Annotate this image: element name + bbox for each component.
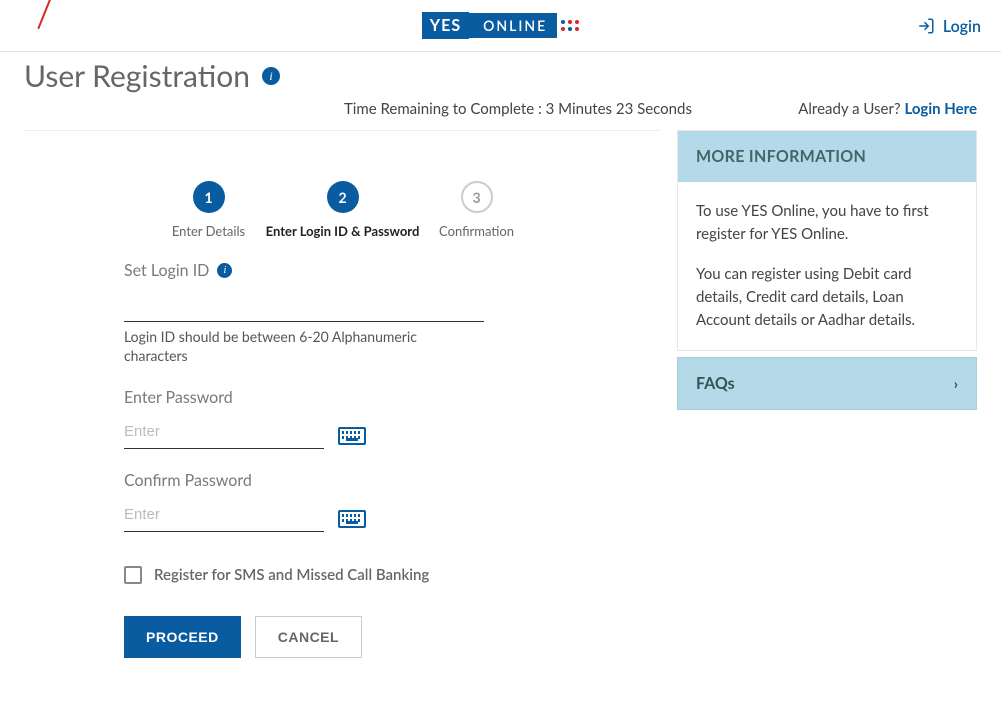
keyboard-icon[interactable] xyxy=(338,510,366,528)
step-3: 3 Confirmation xyxy=(411,181,543,239)
confirm-password-input[interactable] xyxy=(124,498,324,532)
login-here-link[interactable]: Login Here xyxy=(904,100,977,118)
login-id-label-text: Set Login ID xyxy=(124,261,209,280)
logo-dots-icon xyxy=(561,20,579,31)
step-label-3: Confirmation xyxy=(439,223,514,239)
already-user-text: Already a User? Login Here xyxy=(798,100,977,118)
login-icon xyxy=(917,17,935,35)
keyboard-icon[interactable] xyxy=(338,427,366,445)
cancel-button[interactable]: CANCEL xyxy=(255,616,362,658)
step-circle-1: 1 xyxy=(193,181,225,213)
login-id-label: Set Login ID i xyxy=(124,261,561,280)
step-label-1: Enter Details xyxy=(172,223,245,239)
more-info-header: MORE INFORMATION xyxy=(678,131,976,182)
time-remaining: Time Remaining to Complete : 3 Minutes 2… xyxy=(344,100,692,118)
more-info-panel: MORE INFORMATION To use YES Online, you … xyxy=(677,130,977,351)
logo: YES ONLINE xyxy=(422,12,579,39)
stepper: 1 Enter Details 2 Enter Login ID & Passw… xyxy=(143,181,543,239)
password-label: Enter Password xyxy=(124,388,561,407)
main-card: 1 Enter Details 2 Enter Login ID & Passw… xyxy=(24,130,661,688)
proceed-button[interactable]: PROCEED xyxy=(124,616,241,658)
sidebar: MORE INFORMATION To use YES Online, you … xyxy=(677,130,977,410)
sms-checkbox-label: Register for SMS and Missed Call Banking xyxy=(154,566,429,584)
login-id-input[interactable] xyxy=(124,288,484,322)
faqs-label: FAQs xyxy=(696,374,735,393)
login-link[interactable]: Login xyxy=(917,0,981,52)
step-circle-3: 3 xyxy=(461,181,493,213)
more-info-p2: You can register using Debit card detail… xyxy=(696,263,958,333)
page-title-text: User Registration xyxy=(24,58,250,94)
sms-checkbox[interactable] xyxy=(124,566,142,584)
password-input[interactable] xyxy=(124,415,324,449)
page-title: User Registration i xyxy=(24,58,280,94)
logo-primary: YES xyxy=(422,12,469,39)
logo-secondary: ONLINE xyxy=(469,13,557,38)
logo-slash-icon xyxy=(37,0,52,29)
login-id-info-icon[interactable]: i xyxy=(217,263,232,278)
login-label: Login xyxy=(943,17,981,36)
step-circle-2: 2 xyxy=(327,181,359,213)
step-1: 1 Enter Details xyxy=(143,181,275,239)
step-2: 2 Enter Login ID & Password xyxy=(277,181,409,239)
chevron-right-icon: › xyxy=(954,375,958,392)
more-info-p1: To use YES Online, you have to first reg… xyxy=(696,200,958,247)
topbar: YES ONLINE Login xyxy=(0,0,1001,52)
login-id-hint: Login ID should be between 6-20 Alphanum… xyxy=(124,328,454,366)
info-icon[interactable]: i xyxy=(262,67,280,85)
already-prefix: Already a User? xyxy=(798,100,904,118)
confirm-password-label: Confirm Password xyxy=(124,471,561,490)
more-info-body: To use YES Online, you have to first reg… xyxy=(678,182,976,350)
step-label-2: Enter Login ID & Password xyxy=(266,223,420,239)
faqs-bar[interactable]: FAQs › xyxy=(677,357,977,410)
